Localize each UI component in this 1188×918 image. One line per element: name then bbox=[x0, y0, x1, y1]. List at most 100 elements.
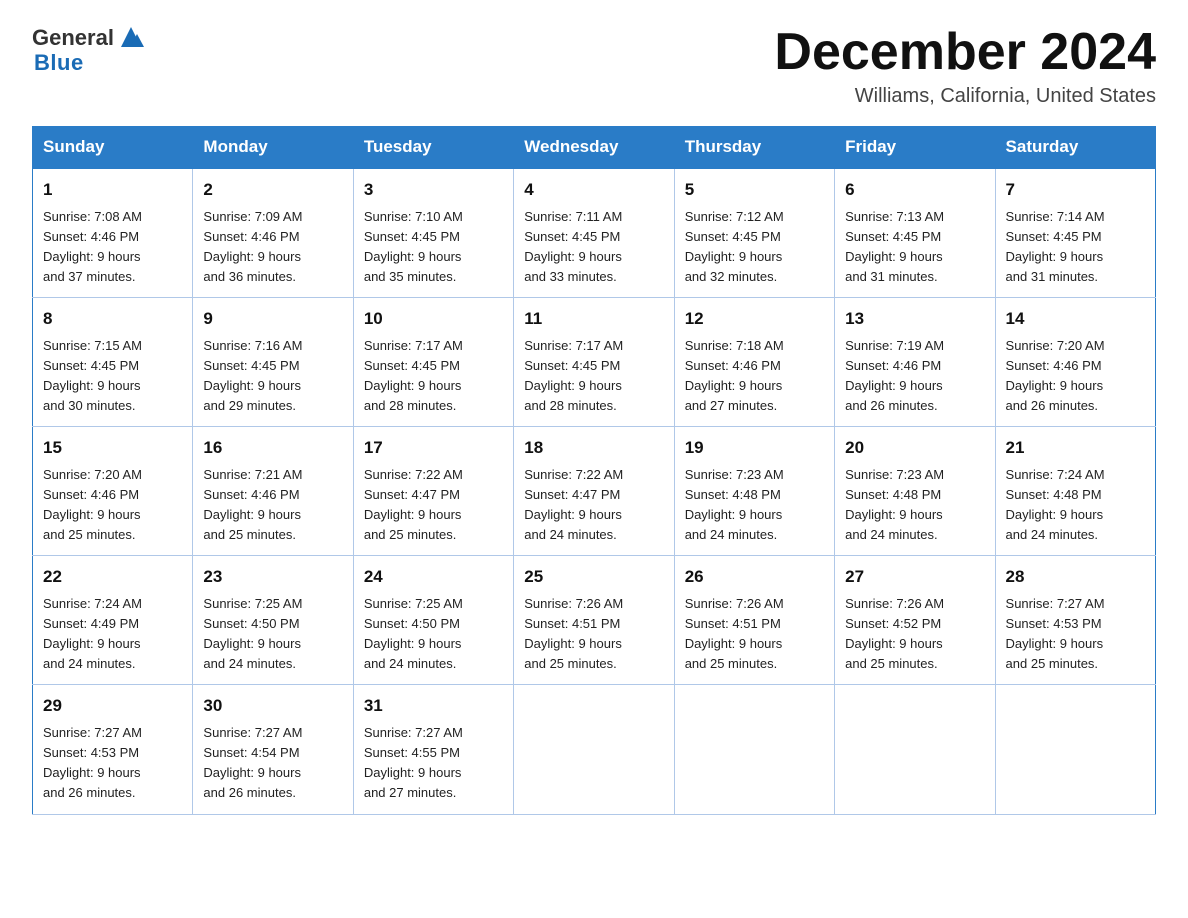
calendar-cell: 12 Sunrise: 7:18 AMSunset: 4:46 PMDaylig… bbox=[674, 298, 834, 427]
calendar-cell: 21 Sunrise: 7:24 AMSunset: 4:48 PMDaylig… bbox=[995, 427, 1155, 556]
title-area: December 2024 Williams, California, Unit… bbox=[774, 24, 1156, 108]
calendar-cell: 19 Sunrise: 7:23 AMSunset: 4:48 PMDaylig… bbox=[674, 427, 834, 556]
calendar-cell: 1 Sunrise: 7:08 AMSunset: 4:46 PMDayligh… bbox=[33, 168, 193, 298]
calendar-cell: 17 Sunrise: 7:22 AMSunset: 4:47 PMDaylig… bbox=[353, 427, 513, 556]
calendar-cell: 16 Sunrise: 7:21 AMSunset: 4:46 PMDaylig… bbox=[193, 427, 353, 556]
day-info: Sunrise: 7:27 AMSunset: 4:54 PMDaylight:… bbox=[203, 725, 302, 800]
day-number: 12 bbox=[685, 306, 824, 332]
calendar-cell: 8 Sunrise: 7:15 AMSunset: 4:45 PMDayligh… bbox=[33, 298, 193, 427]
calendar-cell: 30 Sunrise: 7:27 AMSunset: 4:54 PMDaylig… bbox=[193, 685, 353, 814]
header-thursday: Thursday bbox=[674, 127, 834, 169]
calendar-cell bbox=[995, 685, 1155, 814]
day-info: Sunrise: 7:24 AMSunset: 4:48 PMDaylight:… bbox=[1006, 467, 1105, 542]
calendar-cell: 5 Sunrise: 7:12 AMSunset: 4:45 PMDayligh… bbox=[674, 168, 834, 298]
day-info: Sunrise: 7:08 AMSunset: 4:46 PMDaylight:… bbox=[43, 209, 142, 284]
calendar-cell: 27 Sunrise: 7:26 AMSunset: 4:52 PMDaylig… bbox=[835, 556, 995, 685]
week-row-3: 15 Sunrise: 7:20 AMSunset: 4:46 PMDaylig… bbox=[33, 427, 1156, 556]
header-tuesday: Tuesday bbox=[353, 127, 513, 169]
day-info: Sunrise: 7:25 AMSunset: 4:50 PMDaylight:… bbox=[364, 596, 463, 671]
calendar-cell: 24 Sunrise: 7:25 AMSunset: 4:50 PMDaylig… bbox=[353, 556, 513, 685]
day-number: 30 bbox=[203, 693, 342, 719]
day-info: Sunrise: 7:13 AMSunset: 4:45 PMDaylight:… bbox=[845, 209, 944, 284]
day-info: Sunrise: 7:23 AMSunset: 4:48 PMDaylight:… bbox=[845, 467, 944, 542]
calendar-table: Sunday Monday Tuesday Wednesday Thursday… bbox=[32, 126, 1156, 814]
day-number: 9 bbox=[203, 306, 342, 332]
calendar-cell: 6 Sunrise: 7:13 AMSunset: 4:45 PMDayligh… bbox=[835, 168, 995, 298]
calendar-cell: 29 Sunrise: 7:27 AMSunset: 4:53 PMDaylig… bbox=[33, 685, 193, 814]
day-number: 2 bbox=[203, 177, 342, 203]
calendar-cell: 7 Sunrise: 7:14 AMSunset: 4:45 PMDayligh… bbox=[995, 168, 1155, 298]
day-number: 21 bbox=[1006, 435, 1145, 461]
day-info: Sunrise: 7:11 AMSunset: 4:45 PMDaylight:… bbox=[524, 209, 622, 284]
day-number: 20 bbox=[845, 435, 984, 461]
day-info: Sunrise: 7:23 AMSunset: 4:48 PMDaylight:… bbox=[685, 467, 784, 542]
day-info: Sunrise: 7:27 AMSunset: 4:53 PMDaylight:… bbox=[1006, 596, 1105, 671]
calendar-cell bbox=[835, 685, 995, 814]
day-number: 15 bbox=[43, 435, 182, 461]
header-saturday: Saturday bbox=[995, 127, 1155, 169]
day-number: 14 bbox=[1006, 306, 1145, 332]
header-wednesday: Wednesday bbox=[514, 127, 674, 169]
day-number: 16 bbox=[203, 435, 342, 461]
logo-icon bbox=[116, 22, 146, 52]
calendar-cell: 15 Sunrise: 7:20 AMSunset: 4:46 PMDaylig… bbox=[33, 427, 193, 556]
day-number: 5 bbox=[685, 177, 824, 203]
day-number: 24 bbox=[364, 564, 503, 590]
day-number: 8 bbox=[43, 306, 182, 332]
header-friday: Friday bbox=[835, 127, 995, 169]
day-number: 7 bbox=[1006, 177, 1145, 203]
calendar-cell: 23 Sunrise: 7:25 AMSunset: 4:50 PMDaylig… bbox=[193, 556, 353, 685]
header-sunday: Sunday bbox=[33, 127, 193, 169]
day-info: Sunrise: 7:26 AMSunset: 4:52 PMDaylight:… bbox=[845, 596, 944, 671]
calendar-cell: 2 Sunrise: 7:09 AMSunset: 4:46 PMDayligh… bbox=[193, 168, 353, 298]
calendar-cell: 22 Sunrise: 7:24 AMSunset: 4:49 PMDaylig… bbox=[33, 556, 193, 685]
calendar-cell: 13 Sunrise: 7:19 AMSunset: 4:46 PMDaylig… bbox=[835, 298, 995, 427]
week-row-1: 1 Sunrise: 7:08 AMSunset: 4:46 PMDayligh… bbox=[33, 168, 1156, 298]
weekday-header-row: Sunday Monday Tuesday Wednesday Thursday… bbox=[33, 127, 1156, 169]
day-info: Sunrise: 7:15 AMSunset: 4:45 PMDaylight:… bbox=[43, 338, 142, 413]
logo-general-text: General bbox=[32, 25, 114, 51]
calendar-cell: 3 Sunrise: 7:10 AMSunset: 4:45 PMDayligh… bbox=[353, 168, 513, 298]
calendar-cell: 25 Sunrise: 7:26 AMSunset: 4:51 PMDaylig… bbox=[514, 556, 674, 685]
day-info: Sunrise: 7:20 AMSunset: 4:46 PMDaylight:… bbox=[43, 467, 142, 542]
day-info: Sunrise: 7:17 AMSunset: 4:45 PMDaylight:… bbox=[364, 338, 463, 413]
day-number: 17 bbox=[364, 435, 503, 461]
day-number: 22 bbox=[43, 564, 182, 590]
calendar-cell: 20 Sunrise: 7:23 AMSunset: 4:48 PMDaylig… bbox=[835, 427, 995, 556]
calendar-cell: 18 Sunrise: 7:22 AMSunset: 4:47 PMDaylig… bbox=[514, 427, 674, 556]
day-number: 13 bbox=[845, 306, 984, 332]
day-info: Sunrise: 7:27 AMSunset: 4:55 PMDaylight:… bbox=[364, 725, 463, 800]
day-info: Sunrise: 7:25 AMSunset: 4:50 PMDaylight:… bbox=[203, 596, 302, 671]
week-row-5: 29 Sunrise: 7:27 AMSunset: 4:53 PMDaylig… bbox=[33, 685, 1156, 814]
day-number: 19 bbox=[685, 435, 824, 461]
day-info: Sunrise: 7:26 AMSunset: 4:51 PMDaylight:… bbox=[685, 596, 784, 671]
calendar-cell: 11 Sunrise: 7:17 AMSunset: 4:45 PMDaylig… bbox=[514, 298, 674, 427]
logo: General Blue bbox=[32, 24, 146, 76]
day-info: Sunrise: 7:17 AMSunset: 4:45 PMDaylight:… bbox=[524, 338, 623, 413]
day-info: Sunrise: 7:24 AMSunset: 4:49 PMDaylight:… bbox=[43, 596, 142, 671]
calendar-cell bbox=[514, 685, 674, 814]
day-info: Sunrise: 7:10 AMSunset: 4:45 PMDaylight:… bbox=[364, 209, 463, 284]
day-number: 6 bbox=[845, 177, 984, 203]
header-monday: Monday bbox=[193, 127, 353, 169]
day-number: 10 bbox=[364, 306, 503, 332]
day-info: Sunrise: 7:14 AMSunset: 4:45 PMDaylight:… bbox=[1006, 209, 1105, 284]
day-info: Sunrise: 7:12 AMSunset: 4:45 PMDaylight:… bbox=[685, 209, 784, 284]
day-info: Sunrise: 7:27 AMSunset: 4:53 PMDaylight:… bbox=[43, 725, 142, 800]
day-info: Sunrise: 7:18 AMSunset: 4:46 PMDaylight:… bbox=[685, 338, 784, 413]
calendar-cell: 31 Sunrise: 7:27 AMSunset: 4:55 PMDaylig… bbox=[353, 685, 513, 814]
day-number: 25 bbox=[524, 564, 663, 590]
logo-blue-text: Blue bbox=[34, 50, 84, 76]
day-info: Sunrise: 7:09 AMSunset: 4:46 PMDaylight:… bbox=[203, 209, 302, 284]
day-info: Sunrise: 7:26 AMSunset: 4:51 PMDaylight:… bbox=[524, 596, 623, 671]
day-number: 11 bbox=[524, 306, 663, 332]
day-info: Sunrise: 7:20 AMSunset: 4:46 PMDaylight:… bbox=[1006, 338, 1105, 413]
day-info: Sunrise: 7:22 AMSunset: 4:47 PMDaylight:… bbox=[524, 467, 623, 542]
page-header: General Blue December 2024 Williams, Cal… bbox=[32, 24, 1156, 108]
day-number: 1 bbox=[43, 177, 182, 203]
day-number: 28 bbox=[1006, 564, 1145, 590]
calendar-title: December 2024 bbox=[774, 24, 1156, 81]
day-number: 29 bbox=[43, 693, 182, 719]
week-row-2: 8 Sunrise: 7:15 AMSunset: 4:45 PMDayligh… bbox=[33, 298, 1156, 427]
day-info: Sunrise: 7:21 AMSunset: 4:46 PMDaylight:… bbox=[203, 467, 302, 542]
